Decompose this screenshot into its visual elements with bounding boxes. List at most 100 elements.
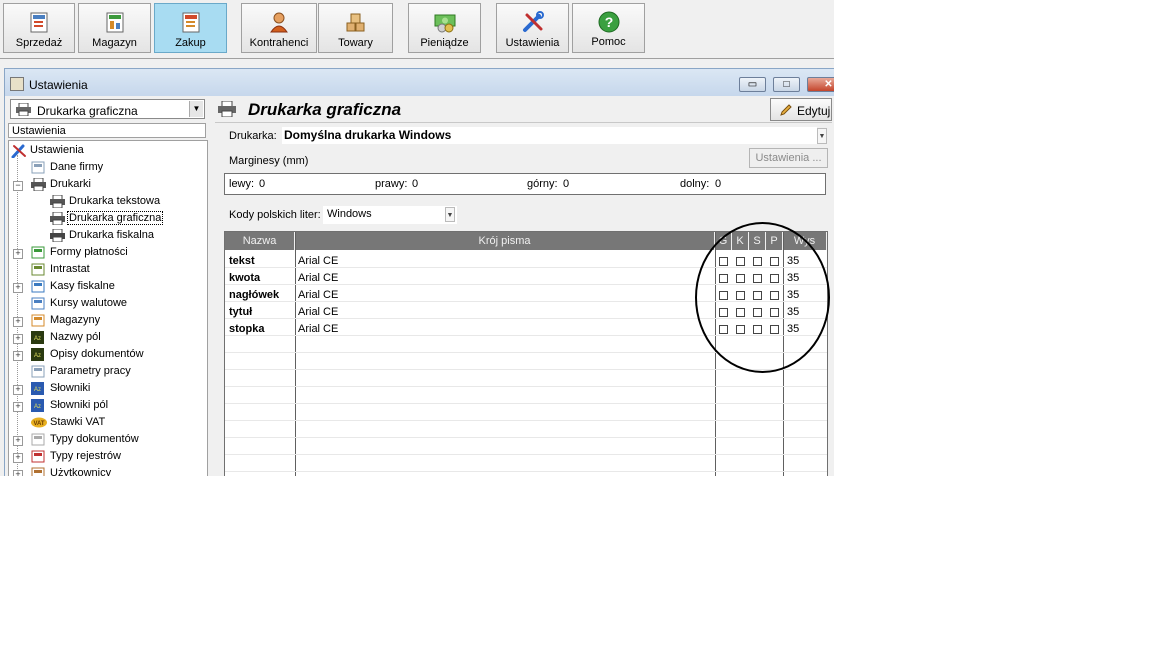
toolbar-label: Ustawienia xyxy=(505,37,560,49)
tree-expander[interactable]: + xyxy=(13,402,23,412)
grid-cell-name[interactable]: tytuł xyxy=(229,306,252,318)
toolbar-button-kontrahenci[interactable]: Kontrahenci xyxy=(241,3,317,53)
toolbar-button-ustawienia[interactable]: Ustawienia xyxy=(496,3,569,53)
help-icon: ? xyxy=(598,11,619,33)
checkbox-p[interactable] xyxy=(770,274,779,283)
settings-tree: Ustawienia Dane firmy − Drukarki Drukarka te… xyxy=(8,140,208,476)
close-button[interactable]: ✕ xyxy=(807,77,834,92)
checkbox-p[interactable] xyxy=(770,308,779,317)
toolbar-button-sprzedaz[interactable]: Sprzedaż xyxy=(3,3,75,53)
grid-cell-font[interactable]: Arial CE xyxy=(298,323,338,335)
checkbox-p[interactable] xyxy=(770,325,779,334)
toolbar-button-pomoc[interactable]: ? Pomoc xyxy=(572,3,645,53)
svg-text:Az: Az xyxy=(34,404,41,410)
grid-header-cell[interactable]: S xyxy=(749,232,766,250)
dictionary-icon: Az xyxy=(31,331,45,344)
purchase-icon xyxy=(182,12,199,33)
toolbar-button-pieniadze[interactable]: Pieniądze xyxy=(408,3,481,53)
grid-cell-font[interactable]: Arial CE xyxy=(298,255,338,267)
grid-cell-name[interactable]: tekst xyxy=(229,255,255,267)
grid-cell-font[interactable]: Arial CE xyxy=(298,289,338,301)
tree-expander[interactable]: + xyxy=(13,385,23,395)
grid-row-line xyxy=(225,267,827,268)
chevron-down-icon[interactable]: ▼ xyxy=(817,128,827,144)
margin-bottom-value[interactable]: 0 xyxy=(715,178,721,190)
grid-cell-name[interactable]: kwota xyxy=(229,272,260,284)
checkbox-k[interactable] xyxy=(736,325,745,334)
checkbox-g[interactable] xyxy=(719,274,728,283)
printer-icon xyxy=(50,194,65,209)
grid-cell-name[interactable]: nagłówek xyxy=(229,289,279,301)
checkbox-g[interactable] xyxy=(719,291,728,300)
grid-row-line xyxy=(225,318,827,319)
document-types-icon xyxy=(31,433,45,446)
tree-node-label: Dane firmy xyxy=(50,161,104,173)
checkbox-s[interactable] xyxy=(753,274,762,283)
tree-expander[interactable]: + xyxy=(13,351,23,361)
grid-header-cell[interactable]: P xyxy=(766,232,783,250)
grid-header-cell[interactable]: Wys xyxy=(783,232,827,250)
margin-left-value[interactable]: 0 xyxy=(259,178,265,190)
checkbox-p[interactable] xyxy=(770,257,779,266)
checkbox-g[interactable] xyxy=(719,325,728,334)
toolbar-label: Magazyn xyxy=(92,37,137,49)
grid-row-line xyxy=(225,352,827,353)
checkbox-s[interactable] xyxy=(753,291,762,300)
window-icon xyxy=(10,77,24,91)
checkbox-k[interactable] xyxy=(736,274,745,283)
section-combo[interactable]: Drukarka graficzna ▼ xyxy=(10,99,205,119)
grid-cell-height[interactable]: 35 xyxy=(787,306,799,318)
chevron-down-icon[interactable]: ▼ xyxy=(445,207,455,222)
warehouse-icon xyxy=(106,12,123,33)
tree-expander[interactable]: + xyxy=(13,249,23,259)
edit-button[interactable]: Edytuj xyxy=(770,98,832,121)
grid-cell-height[interactable]: 35 xyxy=(787,289,799,301)
checkbox-s[interactable] xyxy=(753,308,762,317)
grid-row-line xyxy=(225,301,827,302)
tree-expander[interactable]: + xyxy=(13,453,23,463)
grid-cell-height[interactable]: 35 xyxy=(787,323,799,335)
tree-expander[interactable]: + xyxy=(13,283,23,293)
maximize-button[interactable]: □ xyxy=(773,77,800,92)
checkbox-s[interactable] xyxy=(753,325,762,334)
grid-cell-height[interactable]: 35 xyxy=(787,255,799,267)
grid-cell-name[interactable]: stopka xyxy=(229,323,264,335)
tree-expander[interactable]: + xyxy=(13,334,23,344)
tree-expander[interactable]: + xyxy=(13,470,23,476)
checkbox-k[interactable] xyxy=(736,291,745,300)
window-titlebar[interactable]: Ustawienia ▭ □ ✕ xyxy=(5,69,834,96)
toolbar-button-towary[interactable]: Towary xyxy=(318,3,393,53)
checkbox-g[interactable] xyxy=(719,257,728,266)
margin-top-value[interactable]: 0 xyxy=(563,178,569,190)
checkbox-p[interactable] xyxy=(770,291,779,300)
window-title: Ustawienia xyxy=(29,78,88,92)
margin-right-value[interactable]: 0 xyxy=(412,178,418,190)
tree-expander[interactable]: + xyxy=(13,317,23,327)
grid-cell-font[interactable]: Arial CE xyxy=(298,306,338,318)
toolbar-label: Pomoc xyxy=(591,36,626,48)
checkbox-g[interactable] xyxy=(719,308,728,317)
checkbox-k[interactable] xyxy=(736,308,745,317)
toolbar-button-magazyn[interactable]: Magazyn xyxy=(78,3,151,53)
printer-select[interactable]: Domyślna drukarka Windows xyxy=(282,127,817,144)
tree-expander[interactable]: − xyxy=(13,181,23,191)
grid-cell-height[interactable]: 35 xyxy=(787,272,799,284)
grid-header-cell[interactable]: K xyxy=(732,232,749,250)
margins-label: Marginesy (mm) xyxy=(229,155,309,167)
grid-header-cell[interactable]: G xyxy=(715,232,732,250)
minimize-button[interactable]: ▭ xyxy=(739,77,766,92)
codes-select[interactable]: Windows xyxy=(323,206,457,224)
grid-row-line xyxy=(225,403,827,404)
tree-expander[interactable]: + xyxy=(13,436,23,446)
checkbox-s[interactable] xyxy=(753,257,762,266)
toolbar-label: Kontrahenci xyxy=(249,37,309,49)
printer-settings-button[interactable]: Ustawienia ... xyxy=(749,148,828,168)
grid-header-cell[interactable]: Krój pisma xyxy=(295,232,715,250)
checkbox-k[interactable] xyxy=(736,257,745,266)
grid-header-cell[interactable]: Nazwa xyxy=(225,232,295,250)
tree-node-label: Intrastat xyxy=(50,263,90,275)
chevron-down-icon[interactable]: ▼ xyxy=(189,101,203,117)
toolbar-button-zakup[interactable]: Zakup xyxy=(154,3,227,53)
grid-cell-font[interactable]: Arial CE xyxy=(298,272,338,284)
tree-node-label: Użytkownicy xyxy=(50,467,112,476)
